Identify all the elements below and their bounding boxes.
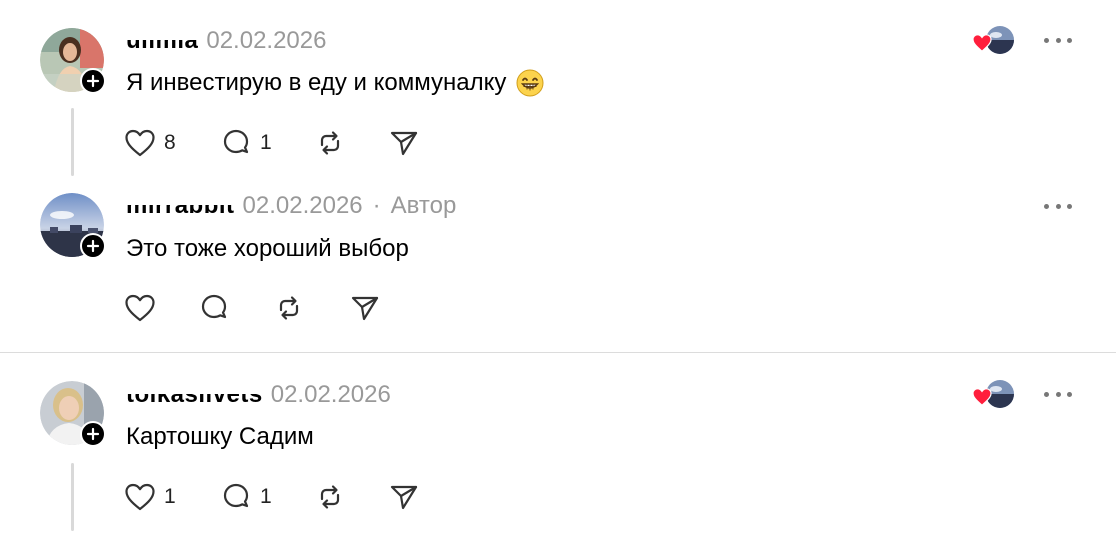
heart-icon	[125, 483, 155, 511]
post-date[interactable]: 02.02.2026	[243, 192, 363, 220]
repost-icon	[320, 131, 340, 155]
more-dot-icon	[1044, 203, 1049, 209]
liked-by-author-badge	[972, 26, 1016, 56]
reply-button[interactable]: 1	[220, 128, 314, 158]
liked-by-author-badge	[972, 380, 1016, 410]
plus-icon	[86, 74, 100, 88]
post-text: Это тоже хороший выбор	[126, 232, 409, 266]
avatar[interactable]	[40, 28, 106, 94]
send-icon	[390, 485, 418, 510]
avatar[interactable]	[40, 381, 106, 447]
follow-plus-button[interactable]	[80, 421, 106, 447]
repost-icon	[320, 485, 340, 509]
thread-line	[71, 463, 74, 531]
post-actions: 8 1	[124, 126, 420, 160]
post-date[interactable]: 02.02.2026	[206, 27, 326, 55]
plus-icon	[86, 239, 100, 253]
post-date[interactable]: 02.02.2026	[271, 381, 391, 409]
comment-post: tolkaslivets 02.02.2026 Картошку Садим 1	[0, 353, 1116, 543]
separator-dot: ·	[372, 192, 381, 219]
plus-icon	[86, 427, 100, 441]
repost-icon	[279, 296, 299, 320]
username-redaction	[124, 195, 237, 205]
username[interactable]: tolkaslivets	[124, 381, 265, 409]
post-actions: 1 1	[124, 480, 420, 514]
repost-button[interactable]	[314, 482, 388, 512]
repost-button[interactable]	[273, 293, 349, 323]
heart-filled-icon	[972, 34, 992, 52]
comment-post: mirrabbit 02.02.2026 · Автор Это тоже хо…	[0, 180, 1116, 352]
share-button[interactable]	[388, 128, 420, 158]
like-button[interactable]: 8	[124, 128, 220, 158]
follow-plus-button[interactable]	[80, 233, 106, 259]
comment-icon	[223, 129, 249, 154]
heart-icon	[125, 129, 155, 157]
post-text: Я инвестирую в еду и коммуналку	[126, 66, 544, 100]
more-dot-icon	[1055, 203, 1061, 209]
like-count: 8	[164, 131, 176, 154]
repost-button[interactable]	[314, 128, 388, 158]
post-header: mirrabbit 02.02.2026 · Автор	[124, 191, 457, 221]
more-dot-icon	[1044, 37, 1049, 43]
share-button[interactable]	[388, 482, 420, 512]
send-icon	[351, 296, 379, 321]
like-button[interactable]	[124, 293, 198, 323]
username[interactable]: mirrabbit	[124, 192, 237, 220]
more-options-button[interactable]	[1044, 30, 1072, 50]
send-icon	[390, 131, 418, 156]
more-options-button[interactable]	[1044, 384, 1072, 404]
like-count: 1	[164, 485, 176, 508]
post-text-content: Это тоже хороший выбор	[126, 235, 409, 262]
post-header: tolkaslivets 02.02.2026	[124, 380, 391, 410]
post-text-content: Я инвестирую в еду и коммуналку	[126, 69, 507, 96]
avatar[interactable]	[40, 193, 106, 259]
more-dot-icon	[1067, 203, 1072, 209]
post-text: Картошку Садим	[126, 420, 314, 454]
more-dot-icon	[1067, 391, 1072, 397]
reply-button[interactable]: 1	[220, 482, 314, 512]
post-header: ulimia 02.02.2026	[124, 26, 326, 56]
comment-icon	[201, 294, 227, 319]
reply-button[interactable]	[198, 293, 273, 323]
comment-icon	[223, 483, 249, 508]
reply-count: 1	[260, 131, 272, 154]
more-dot-icon	[1067, 37, 1072, 43]
share-button[interactable]	[349, 293, 381, 323]
username-redaction	[124, 384, 265, 394]
follow-plus-button[interactable]	[80, 68, 106, 94]
username[interactable]: ulimia	[124, 27, 201, 55]
heart-icon	[125, 294, 155, 322]
author-tag: Автор	[390, 192, 457, 219]
username-redaction	[124, 30, 201, 40]
thread-line	[71, 108, 74, 176]
more-options-button[interactable]	[1044, 196, 1072, 216]
like-button[interactable]: 1	[124, 482, 220, 512]
more-dot-icon	[1044, 391, 1049, 397]
heart-filled-icon	[972, 388, 992, 406]
comment-post: ulimia 02.02.2026 Я инвестирую в еду и к…	[0, 0, 1116, 180]
post-text-content: Картошку Садим	[126, 423, 314, 450]
grinning-face-emoji-icon	[516, 69, 544, 97]
reply-count: 1	[260, 485, 272, 508]
post-actions	[124, 291, 381, 325]
more-dot-icon	[1055, 37, 1061, 43]
more-dot-icon	[1055, 391, 1061, 397]
